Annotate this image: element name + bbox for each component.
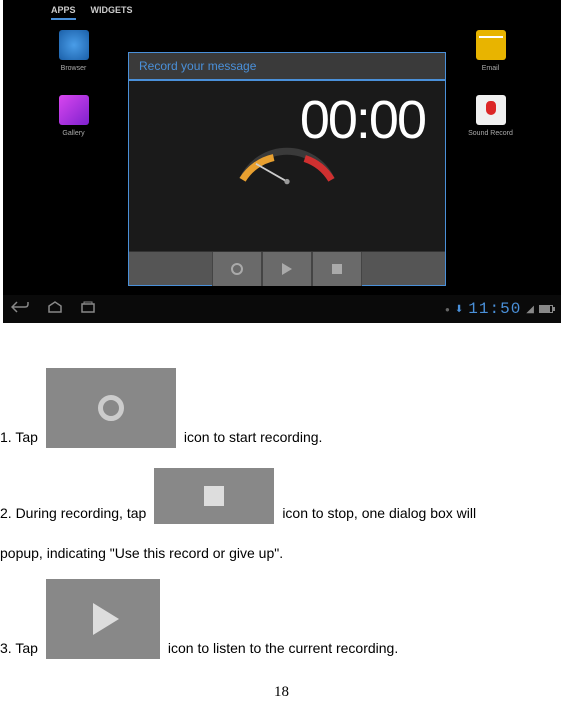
app-gallery[interactable]: Gallery: [51, 95, 96, 137]
wifi-icon: ◢: [526, 304, 534, 315]
stop-square-icon: [332, 264, 342, 274]
envelope-icon: [476, 30, 506, 60]
microphone-icon: [476, 95, 506, 125]
system-statusbar: ● ⬇ 11:50 ◢: [3, 295, 561, 323]
tab-apps[interactable]: APPS: [51, 5, 76, 20]
record-button[interactable]: [212, 252, 262, 286]
play-triangle-icon: [93, 603, 119, 635]
status-indicators: ● ⬇ 11:50 ◢: [445, 300, 553, 318]
app-browser[interactable]: Browser: [51, 30, 96, 72]
stop-button-illustration: [154, 468, 274, 524]
step-2-line2-text: popup, indicating "Use this record or gi…: [0, 542, 563, 564]
app-label: Email: [482, 65, 500, 72]
step-3: 3. Tap icon to listen to the current rec…: [0, 579, 563, 659]
download-icon: ⬇: [455, 304, 463, 315]
record-circle-icon: [98, 395, 124, 421]
app-tabs: APPS WIDGETS: [3, 0, 561, 20]
picture-icon: [59, 95, 89, 125]
play-button[interactable]: [262, 252, 312, 286]
page-number: 18: [0, 684, 563, 701]
app-label: Gallery: [62, 130, 84, 137]
vu-meter-gauge: [222, 146, 352, 186]
step-2: 2. During recording, tap icon to stop, o…: [0, 468, 563, 564]
recorder-dialog: Record your message 00:00: [128, 52, 446, 286]
step-3-pre-text: 3. Tap: [0, 637, 38, 659]
stop-button[interactable]: [312, 252, 362, 286]
dialog-title: Record your message: [129, 53, 445, 81]
tab-widgets[interactable]: WIDGETS: [91, 5, 133, 20]
notification-dot-icon: ●: [445, 305, 450, 314]
app-sound-recorder[interactable]: Sound Record: [468, 95, 513, 137]
globe-icon: [59, 30, 89, 60]
step-2-post-text: icon to stop, one dialog box will: [282, 502, 476, 524]
back-button[interactable]: [11, 300, 29, 319]
record-button-illustration: [46, 368, 176, 448]
step-3-post-text: icon to listen to the current recording.: [168, 637, 398, 659]
recording-timer: 00:00: [129, 81, 445, 151]
app-email[interactable]: Email: [468, 30, 513, 72]
tablet-screenshot: APPS WIDGETS Browser Email Gallery Sound…: [3, 0, 561, 323]
clock: 11:50: [468, 300, 521, 318]
recorder-controls: [129, 251, 445, 285]
step-1: 1. Tap icon to start recording.: [0, 368, 563, 448]
home-button[interactable]: [47, 300, 63, 318]
recorder-body: 00:00: [129, 81, 445, 251]
step-1-post-text: icon to start recording.: [184, 426, 323, 448]
step-2-pre-text: 2. During recording, tap: [0, 502, 146, 524]
instructions-text: 1. Tap icon to start recording. 2. Durin…: [0, 323, 563, 659]
play-triangle-icon: [282, 263, 292, 275]
nav-buttons: [11, 300, 95, 319]
recent-apps-button[interactable]: [81, 300, 95, 318]
stop-square-icon: [204, 486, 224, 506]
step-1-pre-text: 1. Tap: [0, 426, 38, 448]
app-label: Browser: [61, 65, 87, 72]
battery-icon: [539, 305, 553, 313]
record-circle-icon: [231, 263, 243, 275]
play-button-illustration: [46, 579, 160, 659]
app-label: Sound Record: [468, 130, 513, 137]
